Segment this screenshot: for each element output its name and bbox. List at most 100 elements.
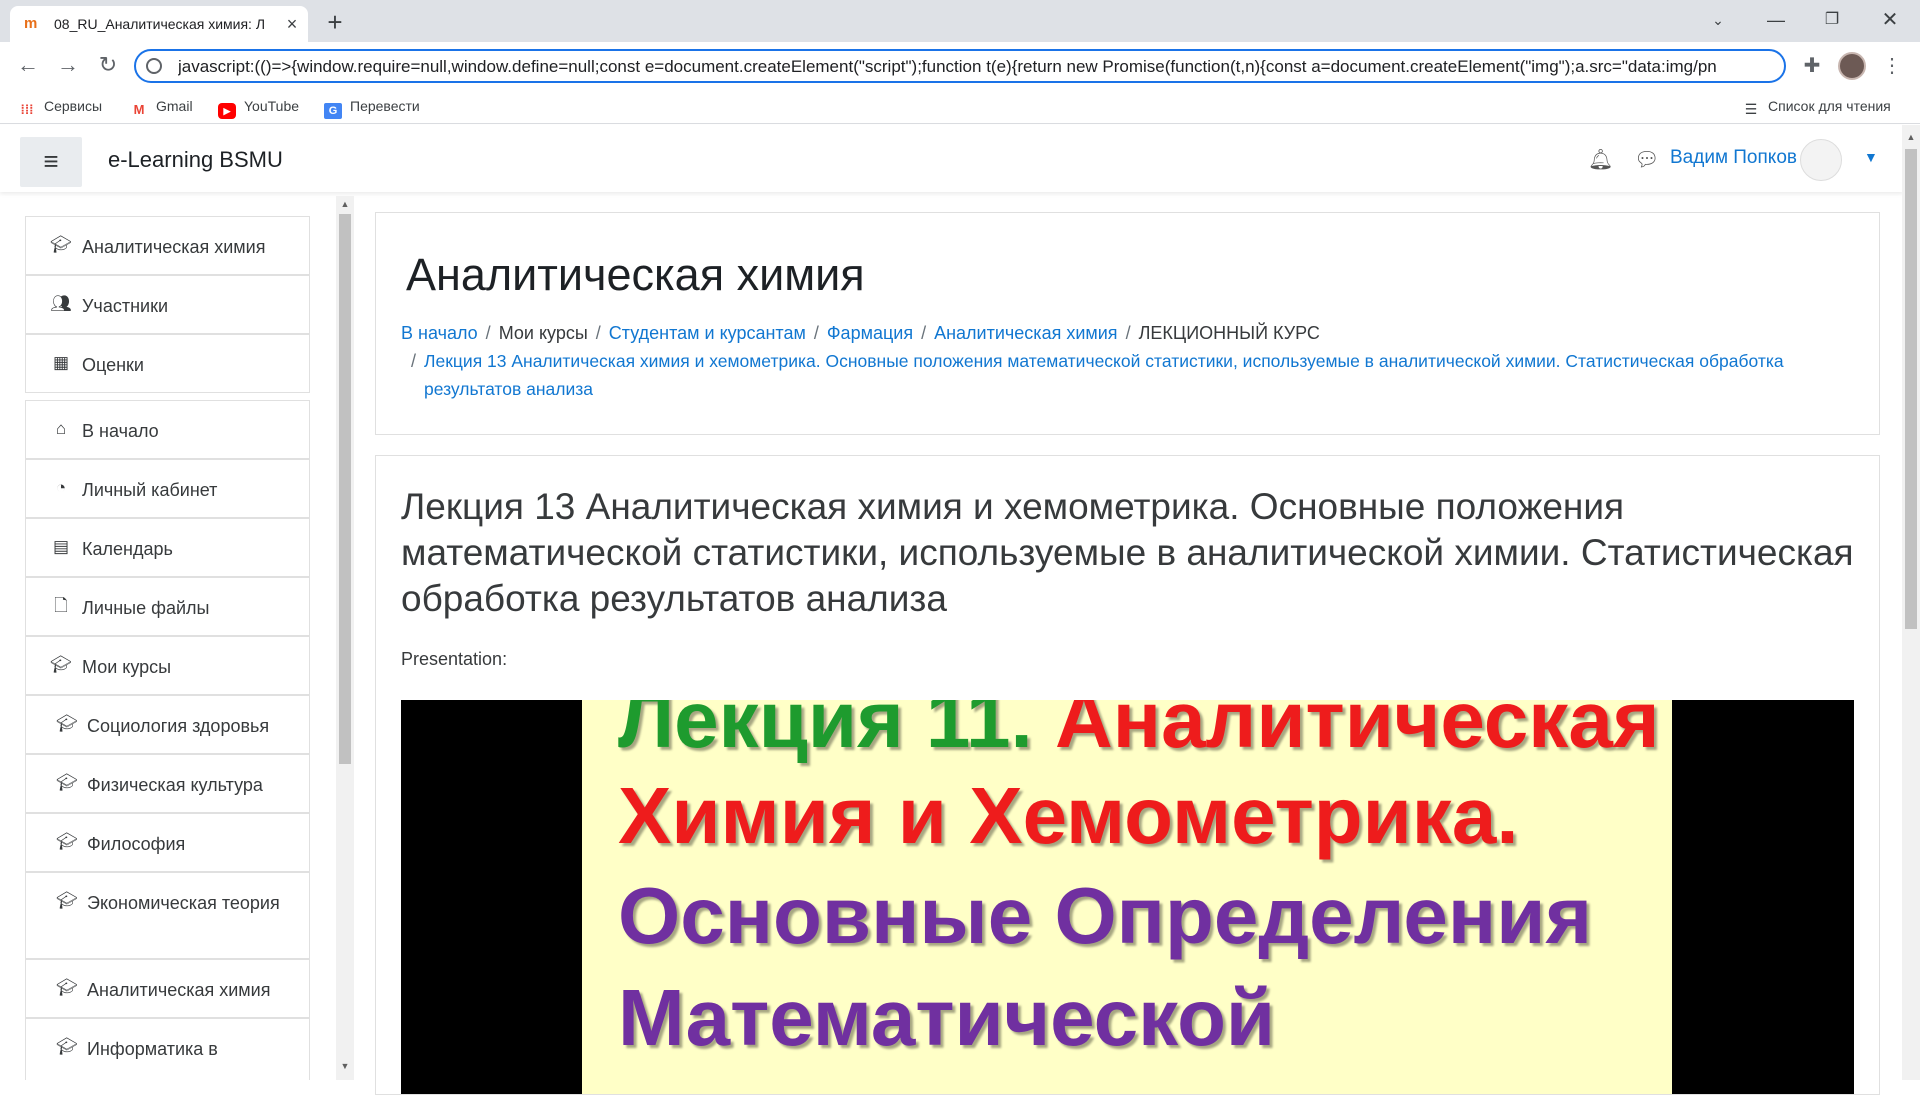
close-window-icon[interactable]: ✕ bbox=[1870, 8, 1910, 32]
sidebar-item-label: Физическая культура bbox=[87, 775, 263, 795]
sidebar-scrollbar[interactable]: ▲ ▼ bbox=[336, 196, 354, 1080]
reload-icon[interactable]: ↻ bbox=[92, 50, 124, 82]
browser-toolbar: ← → ↻ javascript:(()=>{window.require=nu… bbox=[0, 42, 1920, 88]
browser-tab-active[interactable]: m 08_RU_Аналитическая химия: Л × bbox=[10, 6, 308, 42]
breadcrumb-link[interactable]: Аналитическая химия bbox=[934, 323, 1117, 343]
forward-arrow-icon[interactable]: → bbox=[52, 50, 84, 82]
main-content: Лекция 13 Аналитическая химия и хемометр… bbox=[375, 455, 1880, 1095]
bookmark-gmail[interactable]: M Gmail bbox=[130, 96, 193, 117]
breadcrumb: В начало / Мои курсы / Студентам и курсантам… bbox=[401, 319, 1861, 403]
profile-avatar-icon[interactable] bbox=[1838, 52, 1866, 80]
file-icon: 🗋︎ bbox=[54, 596, 68, 615]
drawer-toggle-hamburger-icon[interactable]: ≡ bbox=[20, 137, 82, 187]
tab-search-chevron-icon[interactable]: ⌄ bbox=[1698, 8, 1738, 32]
bookmark-label: YouTube bbox=[244, 98, 300, 114]
sidebar-item-my-courses[interactable]: 🎓︎ Мои курсы bbox=[25, 636, 310, 695]
address-text[interactable]: javascript:(()=>{window.require=null,win… bbox=[178, 57, 1778, 77]
page-scrollbar[interactable]: ▲ bbox=[1902, 125, 1920, 1080]
bookmark-youtube[interactable]: ▶ YouTube bbox=[218, 96, 300, 119]
minimize-icon[interactable]: — bbox=[1756, 8, 1796, 32]
sidebar-item-label: Календарь bbox=[82, 539, 173, 559]
tab-title: 08_RU_Аналитическая химия: Л bbox=[54, 16, 266, 32]
site-info-icon[interactable] bbox=[146, 58, 162, 74]
browser-tab-strip: m 08_RU_Аналитическая химия: Л × + ⌄ — ❐… bbox=[0, 0, 1920, 42]
graduation-cap-icon: 🎓︎ bbox=[50, 235, 72, 254]
scroll-up-icon[interactable]: ▲ bbox=[1902, 129, 1920, 145]
sidebar-item-course[interactable]: 🎓︎ Аналитическая химия bbox=[25, 216, 310, 275]
table-icon: ▦ bbox=[52, 353, 70, 372]
slide-line-1: Лекция 11. Аналитическая bbox=[618, 700, 1660, 766]
translate-icon: G bbox=[324, 103, 342, 119]
users-icon: 👥︎ bbox=[50, 294, 72, 313]
slide-line-3: Основные Определения bbox=[618, 871, 1593, 960]
site-navbar: ≡ e-Learning BSMU 🔔︎ 💬︎ Вадим Попков ▼ bbox=[0, 125, 1903, 192]
restore-icon[interactable]: ❐ bbox=[1812, 8, 1852, 32]
extensions-puzzle-icon[interactable]: ✚ bbox=[1800, 54, 1824, 78]
lecture-title: Лекция 13 Аналитическая химия и хемометр… bbox=[401, 486, 1854, 619]
presentation-label: Presentation: bbox=[401, 649, 508, 669]
reading-list-button[interactable]: ☰ Список для чтения bbox=[1742, 96, 1891, 117]
page-scroll-thumb[interactable] bbox=[1905, 149, 1917, 629]
back-arrow-icon[interactable]: ← bbox=[12, 50, 44, 82]
sidebar-item-label: Аналитическая химия bbox=[87, 980, 271, 1000]
dashboard-icon: ◔ bbox=[55, 478, 67, 497]
notifications-bell-icon[interactable]: 🔔︎ bbox=[1588, 147, 1613, 172]
graduation-cap-icon: 🎓︎ bbox=[50, 655, 72, 674]
site-name[interactable]: e-Learning BSMU bbox=[108, 147, 283, 173]
sidebar-item-course-sociology[interactable]: 🎓︎ Социология здоровья bbox=[25, 695, 310, 754]
user-menu-caret-icon[interactable]: ▼ bbox=[1864, 149, 1878, 165]
breadcrumb-link[interactable]: В начало bbox=[401, 323, 478, 343]
bookmark-label: Перевести bbox=[350, 98, 420, 114]
reading-list-icon: ☰ bbox=[1744, 101, 1758, 117]
scroll-down-icon[interactable]: ▼ bbox=[336, 1058, 354, 1074]
slide-text-green: Лекция 11. bbox=[618, 700, 1033, 764]
slide-line-2: Химия и Хемометрика. bbox=[618, 771, 1519, 860]
page-header: Аналитическая химия В начало / Мои курсы / С… bbox=[375, 212, 1880, 435]
calendar-icon: ▤ bbox=[52, 537, 70, 556]
home-icon: ⌂ bbox=[55, 419, 67, 438]
sidebar-item-private-files[interactable]: 🗋︎ Личные файлы bbox=[25, 577, 310, 636]
breadcrumb-link[interactable]: Фармация bbox=[827, 323, 913, 343]
graduation-cap-icon: 🎓︎ bbox=[56, 1037, 78, 1056]
sidebar-item-label: Социология здоровья bbox=[87, 716, 270, 736]
sidebar-item-grades[interactable]: ▦ Оценки bbox=[25, 334, 310, 393]
breadcrumb-link[interactable]: Лекция 13 Аналитическая химия и хемометр… bbox=[424, 347, 1861, 403]
sidebar-item-course-analytical-chemistry[interactable]: 🎓︎ Аналитическая химия bbox=[25, 959, 310, 1018]
sidebar-item-dashboard[interactable]: ◔ Личный кабинет bbox=[25, 459, 310, 518]
messages-bubble-icon[interactable]: 💬︎ bbox=[1634, 147, 1659, 172]
slide-line-4: Математической bbox=[618, 973, 1276, 1062]
bookmark-translate[interactable]: G Перевести bbox=[324, 96, 420, 119]
new-tab-icon[interactable]: + bbox=[320, 8, 350, 38]
graduation-cap-icon: 🎓︎ bbox=[56, 978, 78, 997]
page-title: Аналитическая химия bbox=[406, 249, 865, 300]
sidebar-scroll-thumb[interactable] bbox=[339, 214, 351, 764]
breadcrumb-item: ЛЕКЦИОННЫЙ КУРС bbox=[1138, 323, 1320, 343]
breadcrumb-link[interactable]: Студентам и курсантам bbox=[609, 323, 806, 343]
presentation-viewer[interactable]: Лекция 11. Аналитическая Химия и Хемомет… bbox=[401, 700, 1854, 1094]
sidebar-item-label: Экономическая теория bbox=[87, 893, 280, 913]
bookmarks-bar: ⁞⁞⁞ Сервисы M Gmail ▶ YouTube G Перевести ☰ С… bbox=[0, 88, 1920, 124]
graduation-cap-icon: 🎓︎ bbox=[56, 714, 78, 733]
sidebar-item-course-economics[interactable]: 🎓︎ Экономическая теория bbox=[25, 872, 310, 959]
graduation-cap-icon: 🎓︎ bbox=[56, 891, 78, 910]
browser-menu-icon[interactable]: ⋮ bbox=[1880, 54, 1904, 78]
bookmark-label: Gmail bbox=[156, 98, 193, 114]
sidebar-item-label: В начало bbox=[82, 421, 159, 441]
address-bar[interactable]: javascript:(()=>{window.require=null,win… bbox=[134, 49, 1786, 83]
sidebar-item-course-pe[interactable]: 🎓︎ Физическая культура bbox=[25, 754, 310, 813]
bookmark-apps[interactable]: ⁞⁞⁞ Сервисы bbox=[18, 96, 103, 117]
sidebar-item-participants[interactable]: 👥︎ Участники bbox=[25, 275, 310, 334]
close-tab-icon[interactable]: × bbox=[280, 12, 304, 36]
sidebar-item-course-informatics[interactable]: 🎓︎ Информатика в bbox=[25, 1018, 310, 1080]
sidebar-item-calendar[interactable]: ▤ Календарь bbox=[25, 518, 310, 577]
sidebar-item-home[interactable]: ⌂ В начало bbox=[25, 400, 310, 459]
bookmark-label: Сервисы bbox=[44, 98, 103, 114]
scroll-up-icon[interactable]: ▲ bbox=[336, 196, 354, 212]
sidebar-item-label: Личный кабинет bbox=[82, 480, 218, 500]
user-name[interactable]: Вадим Попков bbox=[1670, 147, 1797, 169]
user-avatar[interactable] bbox=[1800, 139, 1842, 181]
gmail-icon: M bbox=[133, 102, 145, 117]
sidebar-item-course-philosophy[interactable]: 🎓︎ Философия bbox=[25, 813, 310, 872]
sidebar-item-label: Аналитическая химия bbox=[82, 237, 266, 257]
nav-drawer: 🎓︎ Аналитическая химия 👥︎ Участники ▦ Оц… bbox=[25, 216, 310, 1080]
